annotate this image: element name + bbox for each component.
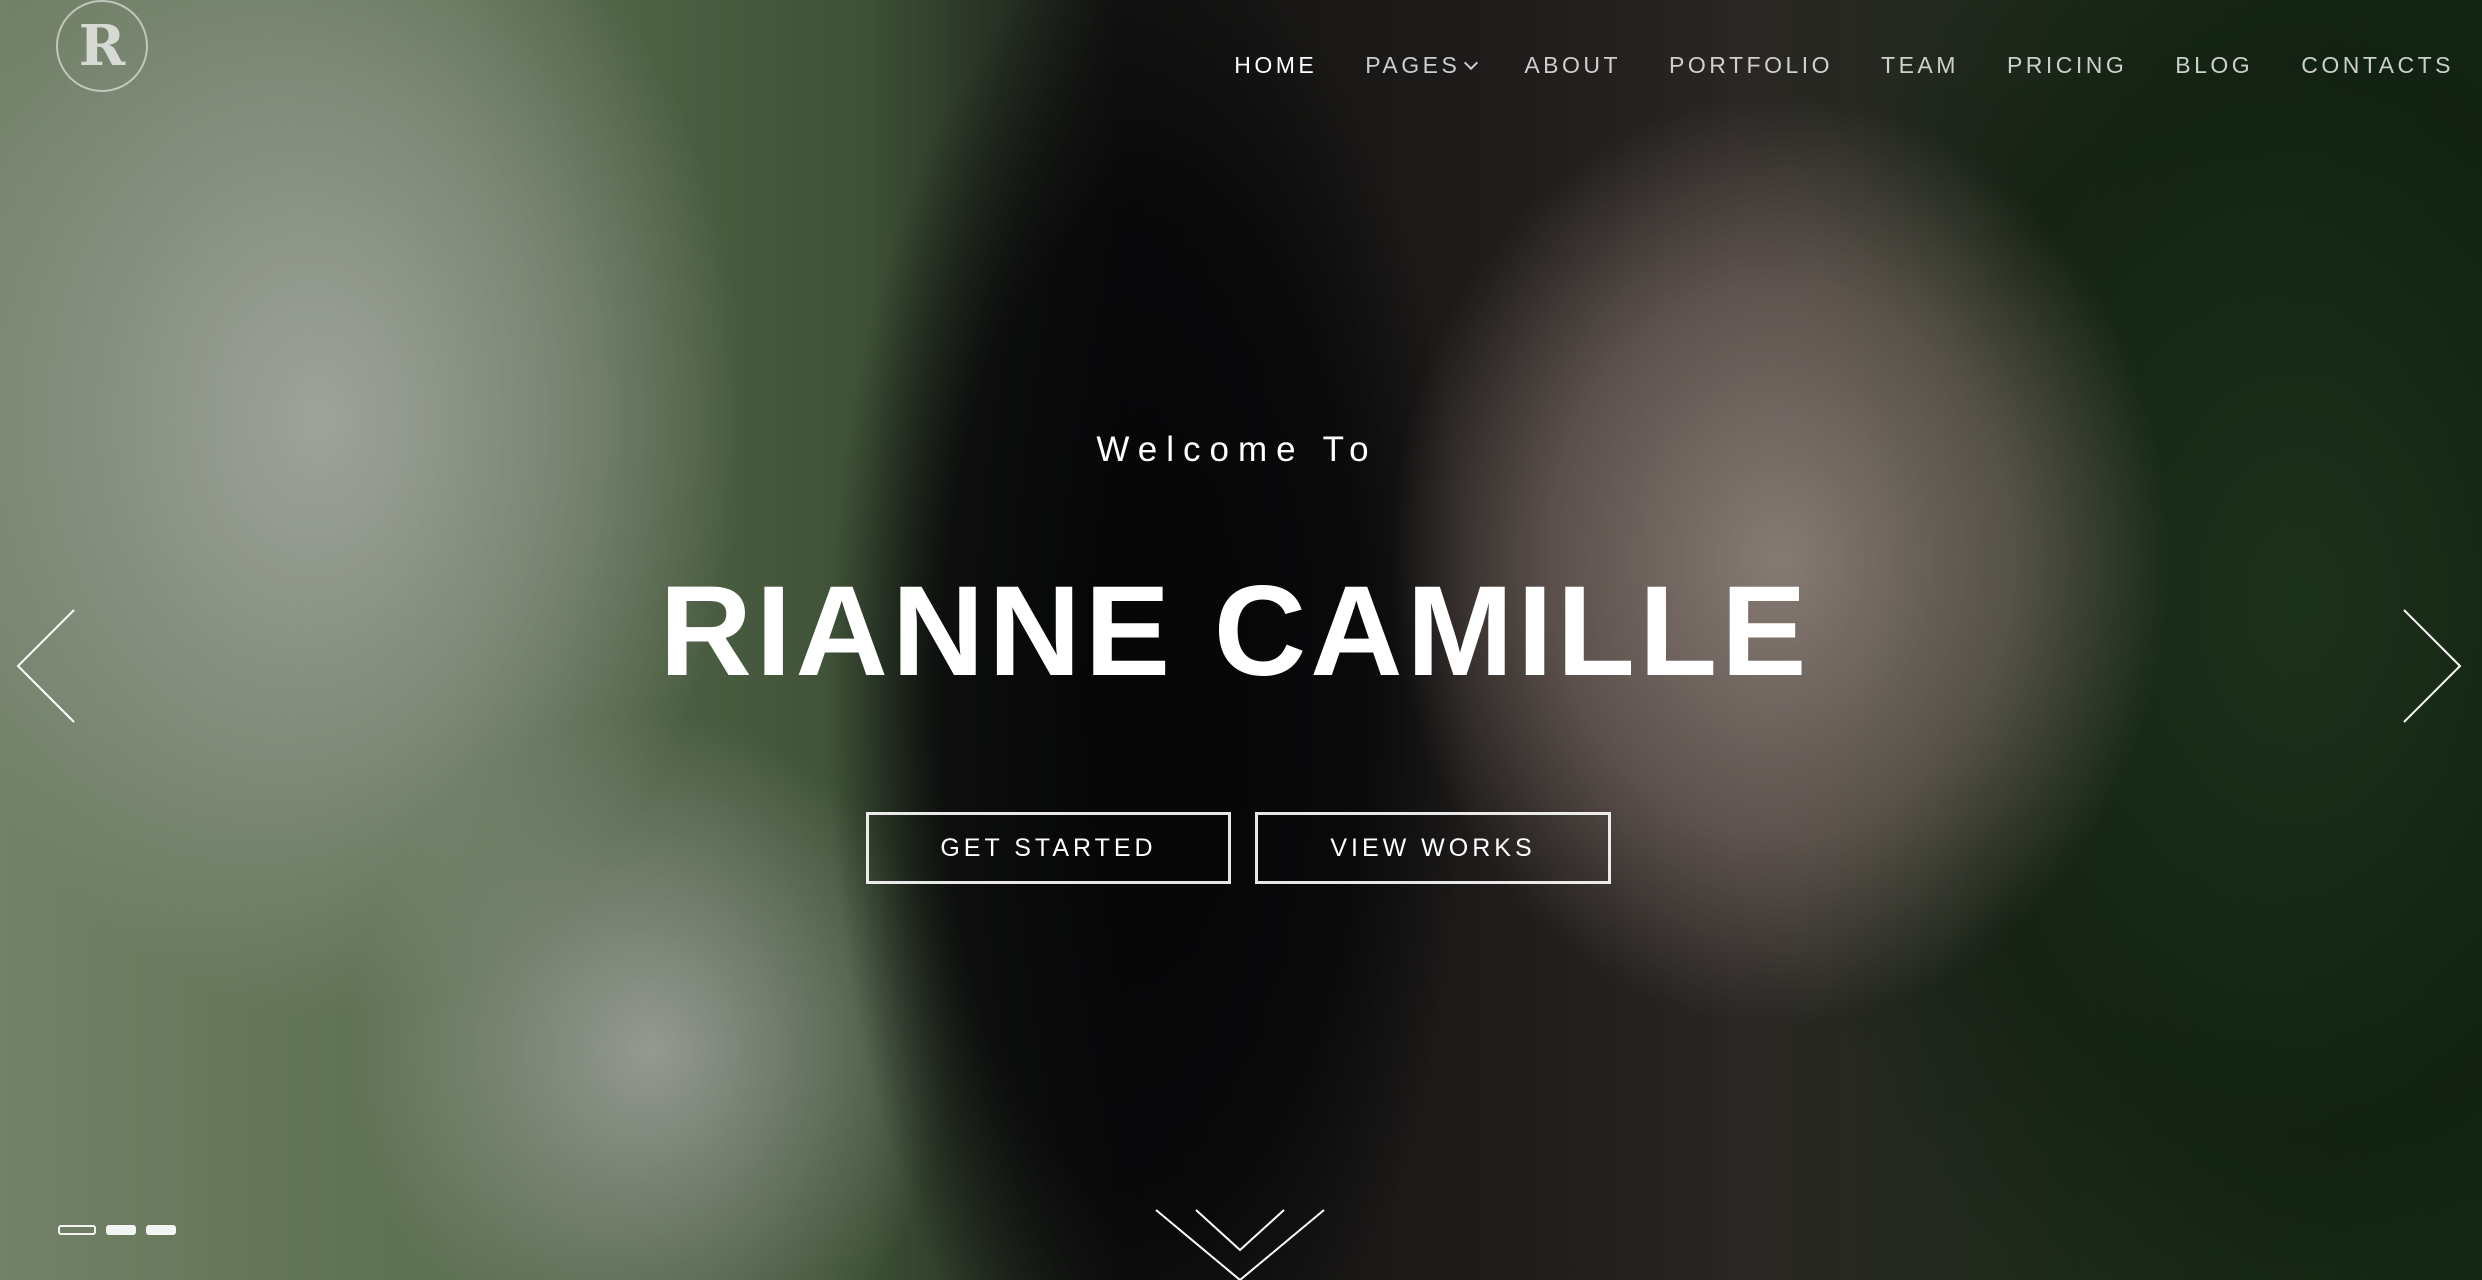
chevron-down-icon xyxy=(1464,55,1479,70)
slider-dot[interactable] xyxy=(58,1225,96,1235)
welcome-label: Welcome To xyxy=(1096,430,1378,469)
nav-item-home[interactable]: HOME xyxy=(1234,52,1317,79)
hero-buttons: GET STARTED VIEW WORKS xyxy=(866,812,1611,884)
view-works-button[interactable]: VIEW WORKS xyxy=(1255,812,1611,884)
nav-item-portfolio[interactable]: PORTFOLIO xyxy=(1669,52,1833,79)
nav-item-label: PAGES xyxy=(1365,52,1461,78)
nav-item-label: ABOUT xyxy=(1524,52,1622,78)
nav-item-label: HOME xyxy=(1234,52,1318,78)
hero-title: RIANNE CAMILLE xyxy=(0,568,2482,696)
hero-title-text: RIANNE CAMILLE xyxy=(659,560,1811,703)
nav-item-contacts[interactable]: CONTACTS xyxy=(2301,52,2454,79)
double-chevron-down-icon[interactable] xyxy=(1150,1206,1330,1280)
nav-item-pages[interactable]: PAGES xyxy=(1365,52,1479,79)
slider-dot[interactable] xyxy=(106,1225,136,1235)
logo-letter: R xyxy=(78,13,126,79)
chevron-left-icon[interactable] xyxy=(16,608,76,724)
nav-item-about[interactable]: ABOUT xyxy=(1524,52,1621,79)
hero-welcome-text: Welcome To xyxy=(0,430,2482,470)
nav-item-pricing[interactable]: PRICING xyxy=(2007,52,2127,79)
slider-dot[interactable] xyxy=(146,1225,176,1235)
nav-item-label: BLOG xyxy=(2175,52,2254,78)
nav-item-label: PRICING xyxy=(2006,52,2128,78)
slider-dots xyxy=(58,1225,176,1235)
nav-item-label: CONTACTS xyxy=(2301,52,2454,78)
nav-item-team[interactable]: TEAM xyxy=(1881,52,1959,79)
nav-item-label: PORTFOLIO xyxy=(1669,52,1834,78)
chevron-right-icon[interactable] xyxy=(2402,608,2462,724)
main-nav: HOME PAGES ABOUT PORTFOLIO TEAM PRICING … xyxy=(1186,52,2454,79)
nav-item-label: TEAM xyxy=(1881,52,1959,78)
nav-item-blog[interactable]: BLOG xyxy=(2175,52,2253,79)
get-started-button[interactable]: GET STARTED xyxy=(866,812,1231,884)
hero-section: R HOME PAGES ABOUT PORTFOLIO TEAM PRICIN… xyxy=(0,0,2482,1280)
site-logo[interactable]: R xyxy=(56,0,148,92)
